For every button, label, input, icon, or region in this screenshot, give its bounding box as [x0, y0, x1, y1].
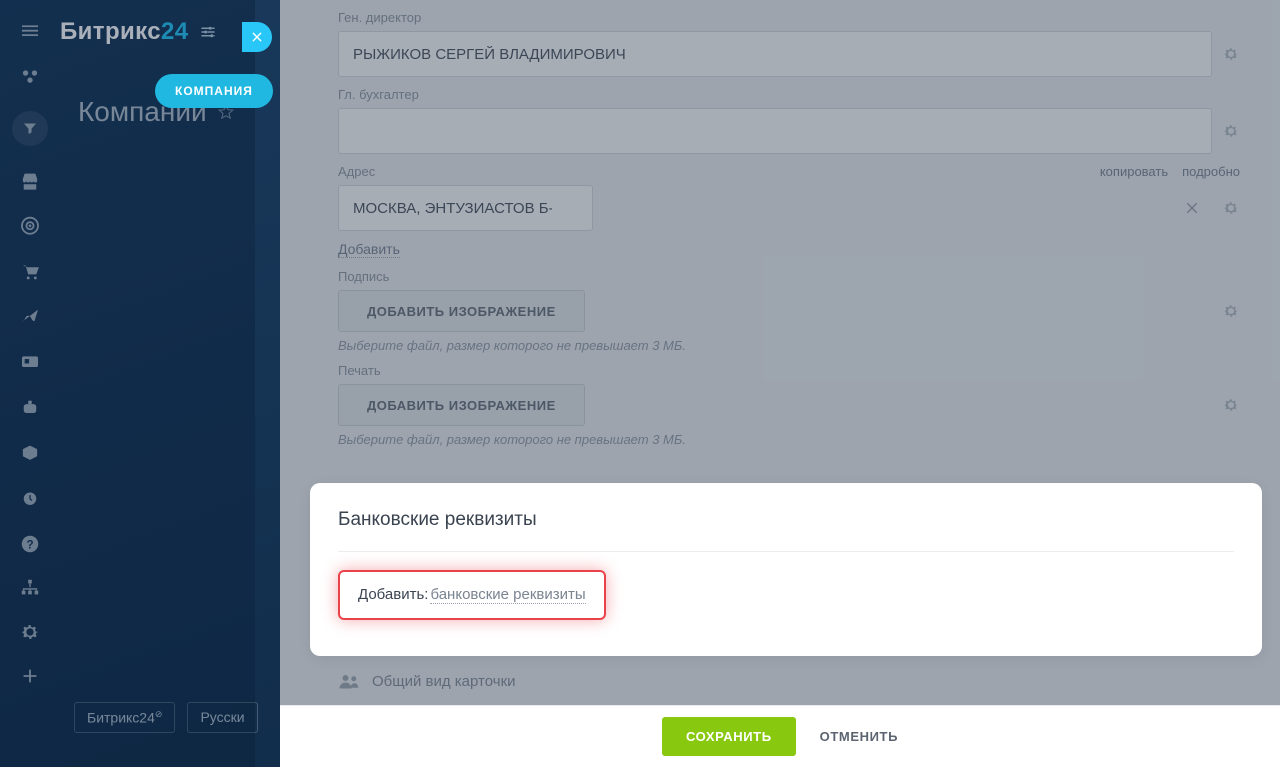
hint-signature: Выберите файл, размер которого не превыш… — [338, 338, 1240, 353]
gear-icon[interactable] — [1222, 45, 1240, 63]
svg-text:?: ? — [26, 538, 33, 552]
settings-toggle-icon[interactable] — [199, 23, 217, 41]
gear-icon[interactable] — [1222, 396, 1240, 414]
cart-icon[interactable] — [19, 261, 41, 282]
add-address-link[interactable]: Добавить — [338, 241, 400, 258]
gear-icon[interactable] — [1222, 302, 1240, 320]
lang-tag[interactable]: Русски — [187, 702, 257, 733]
robot-icon[interactable] — [19, 397, 41, 418]
shop-icon[interactable] — [19, 170, 41, 191]
clear-icon[interactable] — [1184, 200, 1200, 216]
input-address[interactable] — [338, 185, 593, 231]
copy-link[interactable]: копировать — [1100, 164, 1168, 179]
hint-stamp: Выберите файл, размер которого не превыш… — [338, 432, 1240, 447]
menu-icon[interactable] — [19, 20, 41, 41]
people-icon — [338, 672, 362, 690]
input-accountant[interactable] — [338, 108, 1212, 154]
watch-icon[interactable] — [19, 488, 41, 509]
more-link[interactable]: подробно — [1182, 164, 1240, 179]
field-stamp: Печать ДОБАВИТЬ ИЗОБРАЖЕНИЕ Выберите фай… — [338, 363, 1240, 447]
gear-icon[interactable] — [19, 621, 41, 643]
add-bank-requisites[interactable]: Добавить: банковские реквизиты — [338, 570, 606, 620]
label-stamp: Печать — [338, 363, 381, 378]
close-button[interactable] — [242, 22, 272, 52]
input-director[interactable] — [338, 31, 1212, 77]
plus-icon[interactable] — [19, 665, 41, 687]
field-accountant: Гл. бухгалтер — [338, 87, 1240, 154]
close-icon — [250, 30, 264, 44]
company-badge: КОМПАНИЯ — [155, 74, 273, 108]
gear-icon[interactable] — [1222, 199, 1240, 217]
label-address: Адрес — [338, 164, 375, 179]
target-icon[interactable] — [19, 215, 41, 236]
plan-tag[interactable]: Битрикс24⊘ — [74, 702, 175, 733]
label-signature: Подпись — [338, 269, 389, 284]
sign-icon[interactable] — [19, 306, 41, 327]
card-icon[interactable] — [19, 351, 41, 372]
brand-logo: Битрикс24 — [60, 18, 189, 46]
left-rail: ? — [0, 0, 60, 767]
field-address: Адрес копировать подробно Добавить — [338, 164, 1240, 259]
add-bank-prefix: Добавить: — [358, 586, 428, 603]
package-icon[interactable] — [19, 442, 41, 463]
sitemap-icon[interactable] — [19, 577, 41, 599]
cancel-button[interactable]: ОТМЕНИТЬ — [820, 729, 898, 744]
add-stamp-image-button[interactable]: ДОБАВИТЬ ИЗОБРАЖЕНИЕ — [338, 384, 585, 426]
activity-icon[interactable] — [19, 65, 41, 86]
add-signature-image-button[interactable]: ДОБАВИТЬ ИЗОБРАЖЕНИЕ — [338, 290, 585, 332]
save-button[interactable]: СОХРАНИТЬ — [662, 717, 796, 756]
bottom-tags: Битрикс24⊘ Русски — [74, 702, 258, 733]
field-signature: Подпись ДОБАВИТЬ ИЗОБРАЖЕНИЕ Выберите фа… — [338, 269, 1240, 353]
help-icon[interactable]: ? — [19, 533, 41, 555]
card-view-link[interactable]: Общий вид карточки — [338, 672, 516, 690]
footer-bar: СОХРАНИТЬ ОТМЕНИТЬ — [280, 705, 1280, 767]
gear-icon[interactable] — [1222, 122, 1240, 140]
bank-requisites-card: Банковские реквизиты Добавить: банковски… — [310, 483, 1262, 656]
bank-requisites-title: Банковские реквизиты — [338, 509, 1234, 531]
label-accountant: Гл. бухгалтер — [338, 87, 419, 102]
field-director: Ген. директор — [338, 10, 1240, 77]
filter-icon[interactable] — [12, 111, 48, 146]
label-director: Ген. директор — [338, 10, 421, 25]
header: Битрикс24 — [60, 18, 217, 46]
add-bank-link[interactable]: банковские реквизиты — [430, 586, 585, 604]
